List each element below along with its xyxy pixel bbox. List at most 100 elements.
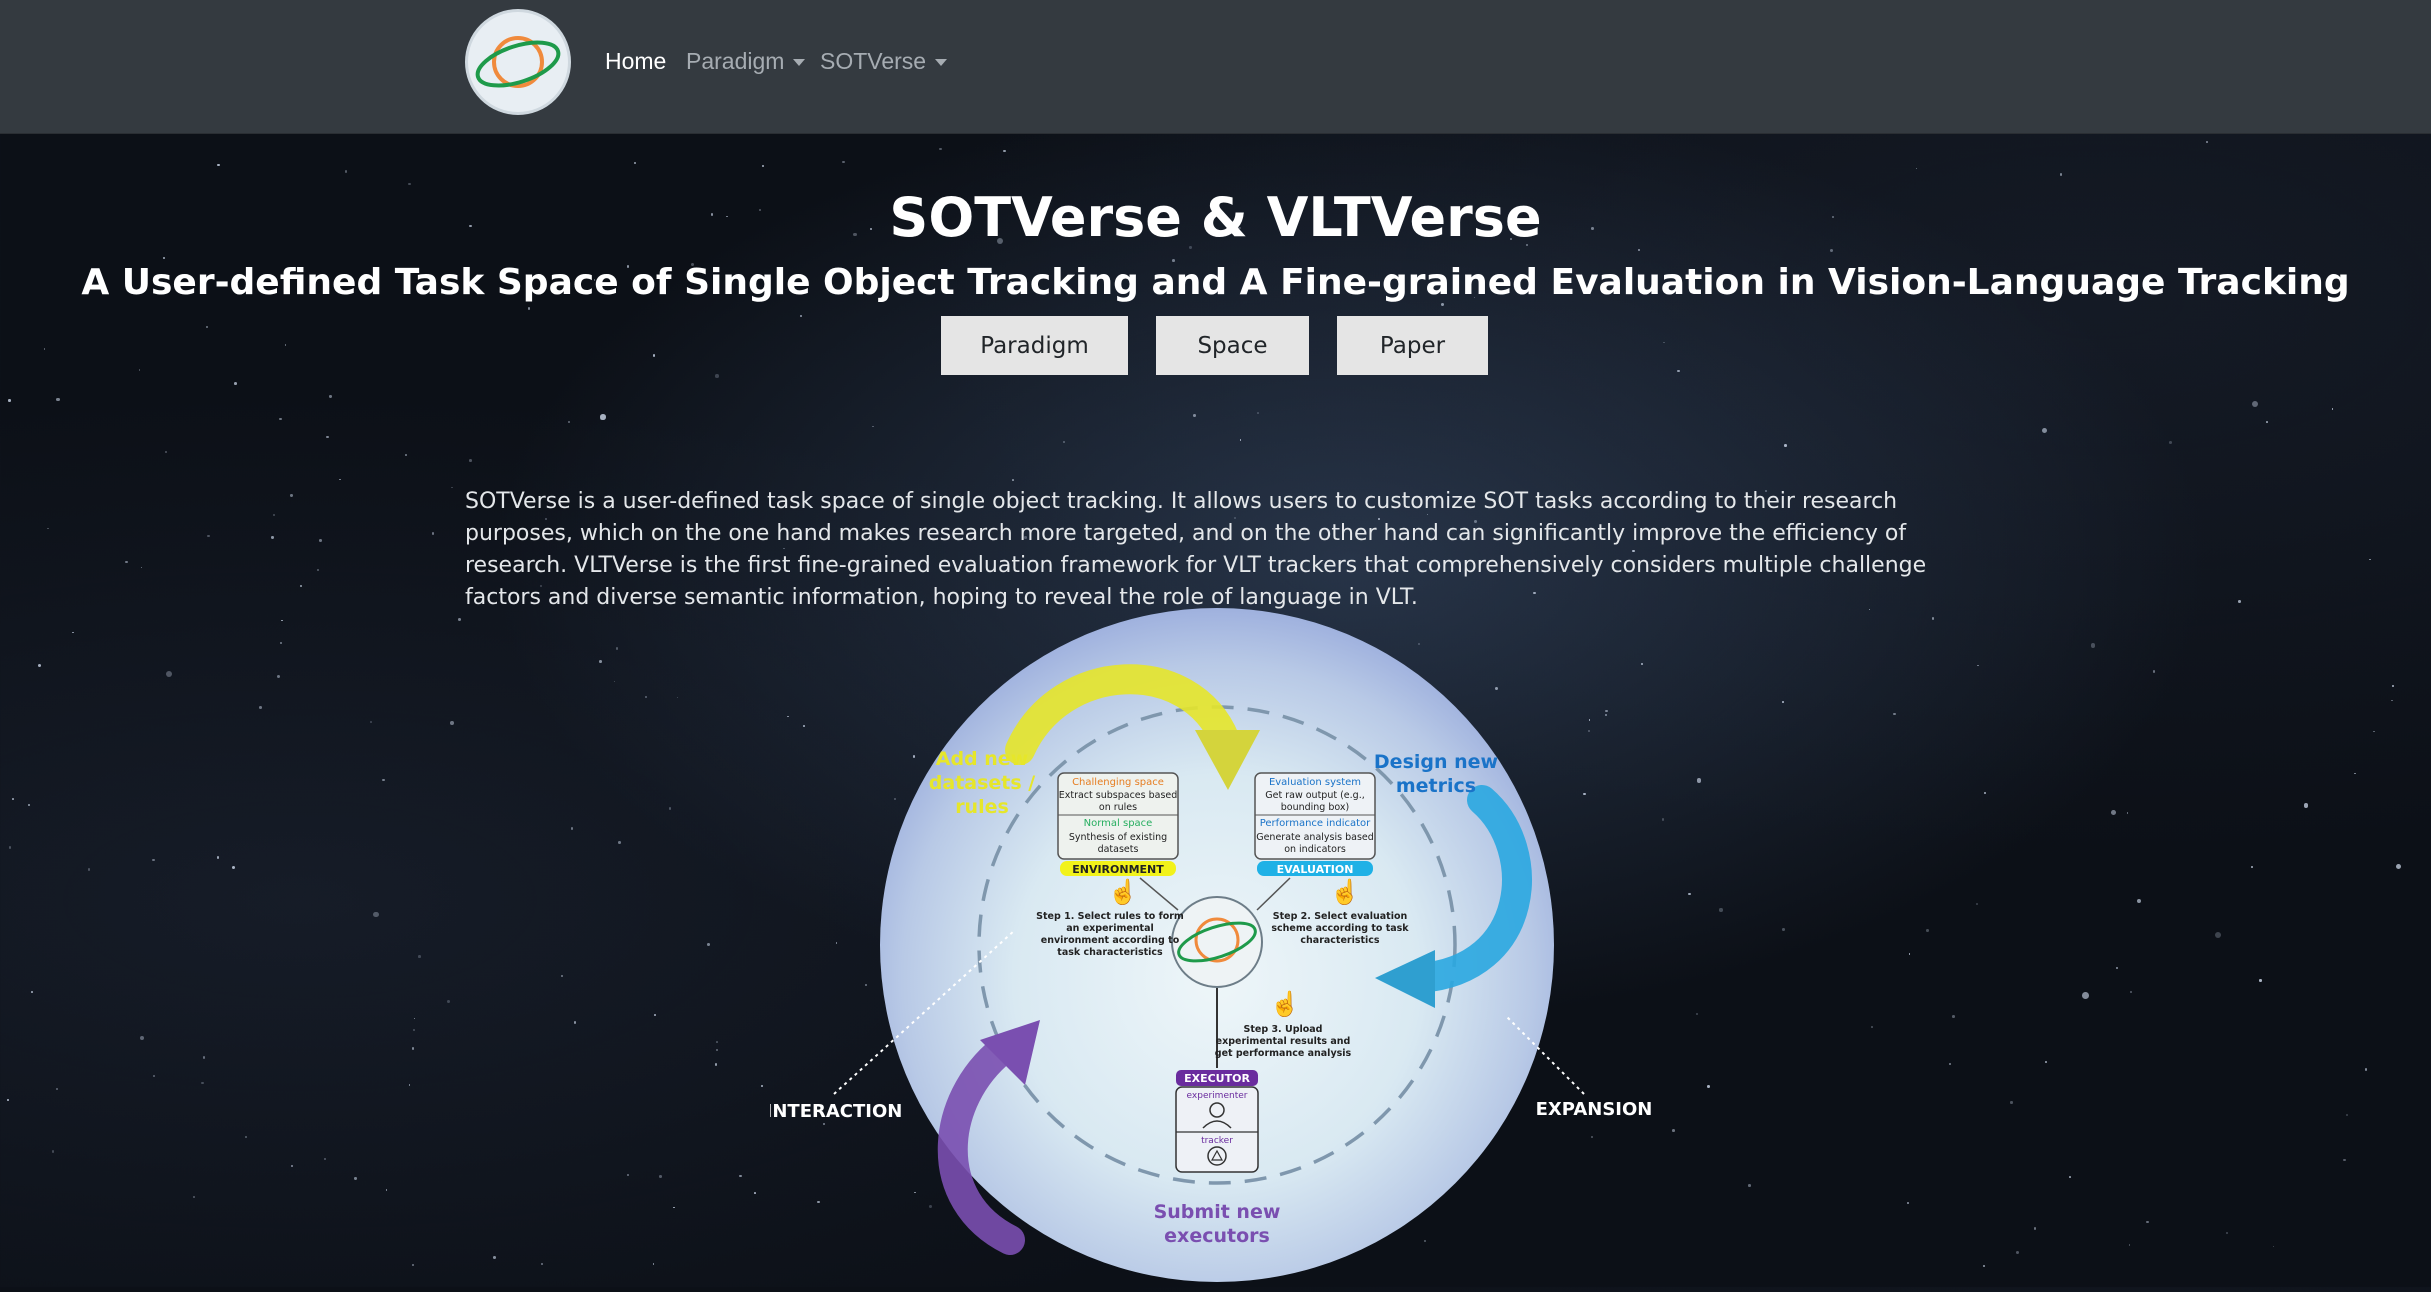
nav-sotverse-dropdown[interactable]: SOTVerse <box>820 48 948 75</box>
star <box>571 827 574 830</box>
submit-executors-label-line1: Submit new <box>1154 1201 1281 1223</box>
sotverse-diagram: Add new datasets / rules Design new metr… <box>766 600 1670 1287</box>
star <box>2369 558 2371 561</box>
star <box>672 1206 675 1209</box>
indicator-desc-line1: Generate analysis based <box>1256 832 1374 843</box>
star <box>2225 1231 2229 1235</box>
star <box>1907 1202 1909 1205</box>
page-subtitle: A User-defined Task Space of Single Obje… <box>81 262 2350 303</box>
star <box>412 1028 415 1031</box>
step1-line3: environment according to <box>1041 935 1180 946</box>
star <box>2251 866 2254 869</box>
challenging-desc-line2: on rules <box>1099 802 1137 813</box>
star <box>2136 898 2141 904</box>
star <box>329 395 332 398</box>
star <box>2214 932 2221 939</box>
star <box>2041 427 2047 433</box>
star <box>344 170 348 173</box>
star <box>652 354 655 357</box>
star <box>1784 444 1787 447</box>
star <box>271 536 274 539</box>
star <box>707 943 711 946</box>
nav-home[interactable]: Home <box>605 48 666 75</box>
star <box>200 1081 204 1085</box>
star <box>2069 1176 2071 1178</box>
star <box>165 670 172 677</box>
star <box>1871 1026 1874 1028</box>
star <box>450 486 453 489</box>
star <box>1976 664 1979 667</box>
star <box>272 514 275 517</box>
star <box>1671 1128 1675 1132</box>
star <box>152 858 155 862</box>
star <box>153 1074 155 1077</box>
star <box>1637 248 1640 251</box>
star <box>600 414 606 420</box>
step3-line1: Step 3. Upload <box>1244 1024 1323 1035</box>
navbar: Home Paradigm SOTVerse <box>0 0 2431 134</box>
star <box>47 527 50 530</box>
paradigm-button[interactable]: Paradigm <box>941 316 1128 375</box>
space-button[interactable]: Space <box>1156 316 1309 375</box>
normal-space-label: Normal space <box>1084 818 1153 829</box>
star <box>2259 979 2262 982</box>
star <box>714 1063 718 1066</box>
star <box>370 721 373 724</box>
star <box>1719 908 1723 912</box>
star <box>761 1084 764 1087</box>
step2-line2: scheme according to task <box>1271 923 1409 934</box>
star <box>1677 369 1680 373</box>
environment-label: ENVIRONMENT <box>1072 863 1164 876</box>
star <box>2365 1068 2368 1071</box>
paper-button[interactable]: Paper <box>1337 316 1488 375</box>
star <box>2146 1220 2149 1224</box>
star <box>1982 1265 1985 1268</box>
star <box>613 680 616 683</box>
star <box>72 631 74 634</box>
star <box>753 1191 756 1194</box>
star <box>2206 141 2208 143</box>
star <box>842 160 846 164</box>
logo[interactable] <box>465 9 571 115</box>
star <box>51 1150 55 1153</box>
star <box>27 804 31 807</box>
star <box>354 1177 357 1180</box>
star <box>405 454 407 456</box>
caret-down-icon <box>935 59 948 67</box>
star <box>2354 772 2356 775</box>
star <box>408 182 411 186</box>
star <box>652 1263 655 1266</box>
star <box>281 619 284 622</box>
star <box>291 1164 294 1167</box>
step2-line3: characteristics <box>1300 935 1380 946</box>
star <box>1239 439 1242 442</box>
star <box>762 164 765 167</box>
star <box>125 560 128 564</box>
star <box>162 256 165 259</box>
star <box>2126 811 2129 814</box>
nav-paradigm-dropdown[interactable]: Paradigm <box>686 48 806 75</box>
star <box>2045 1061 2047 1064</box>
star <box>599 417 602 420</box>
star <box>560 974 563 977</box>
star <box>871 425 874 428</box>
star <box>140 566 143 569</box>
star <box>1748 1184 1751 1187</box>
planet-logo-icon <box>475 36 561 88</box>
star <box>939 148 942 151</box>
star <box>279 641 282 644</box>
star <box>2033 1227 2036 1230</box>
star <box>231 866 235 870</box>
star <box>259 705 263 709</box>
star <box>56 398 60 402</box>
star <box>527 307 531 310</box>
star <box>626 1174 629 1177</box>
star <box>1915 167 1918 170</box>
star <box>457 617 461 621</box>
star <box>299 584 303 588</box>
star <box>1893 712 1897 716</box>
executor-box: EXECUTOR experimenter tracker <box>1175 1070 1259 1173</box>
submit-executors-label-line2: executors <box>1164 1225 1270 1247</box>
star <box>316 568 320 571</box>
challenging-desc-line1: Extract subspaces based <box>1059 790 1178 801</box>
